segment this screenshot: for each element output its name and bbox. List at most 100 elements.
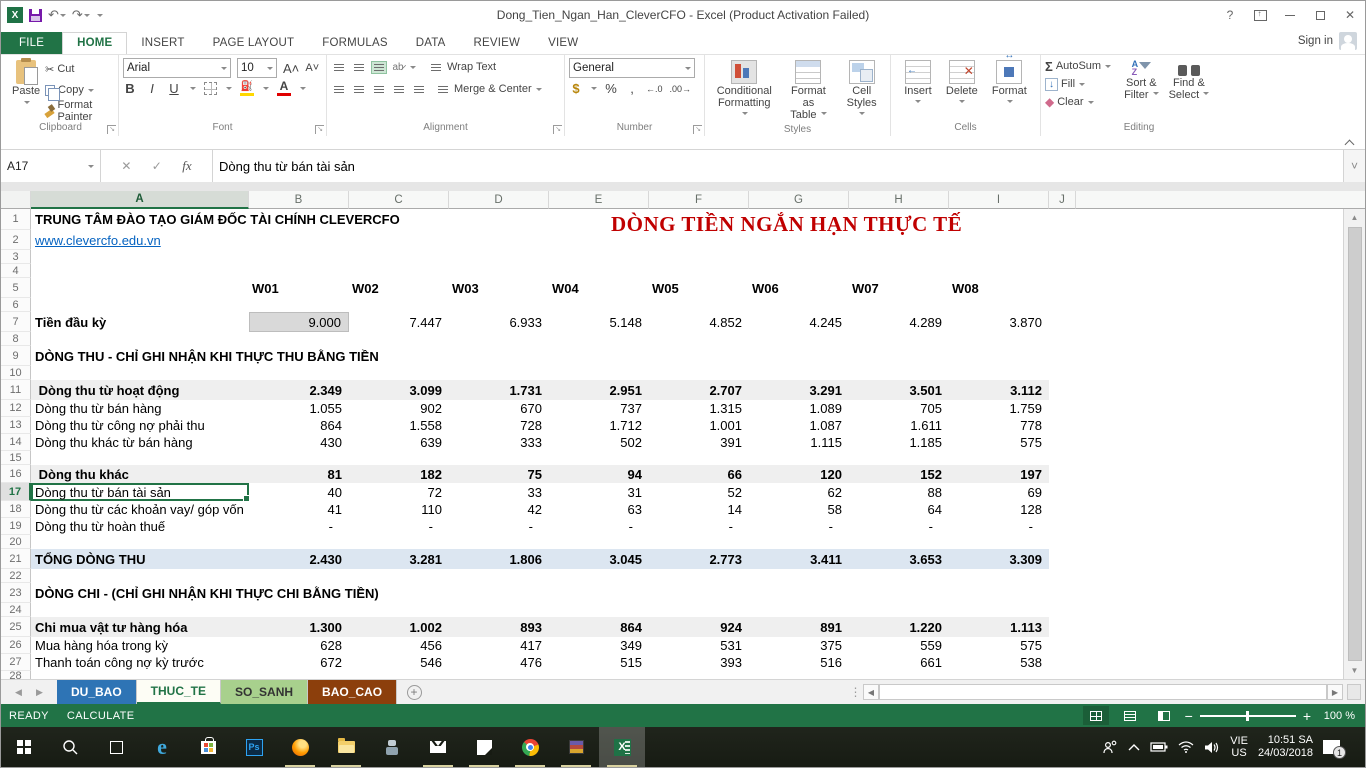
cell-A26[interactable]: Mua hàng hóa trong kỳ	[31, 637, 249, 654]
cell-I2[interactable]	[949, 230, 1049, 250]
col-header-C[interactable]: C	[349, 191, 449, 209]
cell-A21[interactable]: TỔNG DÒNG THU	[31, 549, 249, 569]
row-header-16[interactable]: 16	[1, 465, 31, 483]
edge-icon[interactable]: e	[139, 727, 185, 767]
new-sheet-button[interactable]: +	[397, 680, 431, 704]
customize-qat-button[interactable]	[96, 11, 103, 20]
row-header-24[interactable]: 24	[1, 603, 31, 617]
cell-G27[interactable]: 516	[749, 654, 849, 671]
cell-J25[interactable]	[1049, 617, 1076, 637]
borders-icon[interactable]	[204, 82, 217, 95]
cell-E28[interactable]	[549, 671, 649, 679]
ribbon-tab-home[interactable]: HOME	[62, 32, 127, 54]
cell-B21[interactable]: 2.430	[249, 549, 349, 569]
ribbon-tab-page-layout[interactable]: PAGE LAYOUT	[199, 33, 309, 54]
excel-logo-icon[interactable]: X	[7, 7, 23, 23]
cell-B27[interactable]: 672	[249, 654, 349, 671]
cell-H16[interactable]: 152	[849, 465, 949, 483]
cell-G4[interactable]	[749, 264, 849, 278]
cell-H28[interactable]	[849, 671, 949, 679]
cell-A18[interactable]: Dòng thu từ các khoản vay/ góp vốn	[31, 501, 249, 518]
cell-B6[interactable]	[249, 298, 349, 312]
cell-H24[interactable]	[849, 603, 949, 617]
cell-B4[interactable]	[249, 264, 349, 278]
cell-J15[interactable]	[1049, 451, 1076, 465]
cell-E17[interactable]: 31	[549, 483, 649, 501]
cell-J2[interactable]	[1049, 230, 1076, 250]
col-header-D[interactable]: D	[449, 191, 549, 209]
row-header-2[interactable]: 2	[1, 230, 31, 250]
row-header-25[interactable]: 25	[1, 617, 31, 637]
cell-E21[interactable]: 3.045	[549, 549, 649, 569]
cell-A7[interactable]: Tiền đầu kỳ	[31, 312, 249, 332]
prev-sheet-icon[interactable]: ◀	[15, 687, 22, 698]
cell-C3[interactable]	[349, 250, 449, 264]
find-select-button[interactable]: Find &Select	[1164, 58, 1215, 103]
cell-H14[interactable]: 1.185	[849, 434, 949, 451]
cell-B14[interactable]: 430	[249, 434, 349, 451]
cell-G21[interactable]: 3.411	[749, 549, 849, 569]
cell-A22[interactable]	[31, 569, 249, 583]
insert-cells-button[interactable]: Insert	[899, 58, 937, 111]
cell-G23[interactable]	[749, 583, 849, 603]
cell-C15[interactable]	[349, 451, 449, 465]
cell-B7[interactable]: 9.000	[249, 312, 349, 332]
cell-F26[interactable]: 531	[649, 637, 749, 654]
restore-button[interactable]	[1305, 1, 1335, 29]
save-button[interactable]	[29, 9, 42, 22]
cell-C11[interactable]: 3.099	[349, 380, 449, 400]
search-icon[interactable]	[47, 727, 93, 767]
vertical-scroll-thumb[interactable]	[1348, 227, 1362, 661]
autosum-button[interactable]: ΣAutoSum	[1045, 58, 1111, 74]
cell-C20[interactable]	[349, 535, 449, 549]
tab-splitter-handle[interactable]: ⋮	[849, 685, 863, 699]
collapse-ribbon-icon[interactable]	[1345, 138, 1353, 146]
cell-D7[interactable]: 6.933	[449, 312, 549, 332]
hscroll-left-icon[interactable]: ◀	[863, 684, 879, 700]
cell-E20[interactable]	[549, 535, 649, 549]
cell-E26[interactable]: 349	[549, 637, 649, 654]
cell-I8[interactable]	[949, 332, 1049, 346]
cell-I25[interactable]: 1.113	[949, 617, 1049, 637]
cell-A4[interactable]	[31, 264, 249, 278]
cell-B20[interactable]	[249, 535, 349, 549]
decrease-decimal-button[interactable]: .00→	[670, 84, 692, 94]
cell-H8[interactable]	[849, 332, 949, 346]
cell-J9[interactable]	[1049, 346, 1076, 366]
cell-C21[interactable]: 3.281	[349, 549, 449, 569]
cell-B2[interactable]	[249, 230, 349, 250]
cell-G11[interactable]: 3.291	[749, 380, 849, 400]
row-header-14[interactable]: 14	[1, 434, 31, 451]
cell-A25[interactable]: Chi mua vật tư hàng hóa	[31, 617, 249, 637]
font-dialog-launcher[interactable]: ↘	[315, 125, 324, 134]
cell-I7[interactable]: 3.870	[949, 312, 1049, 332]
cell-H5[interactable]: W07	[849, 278, 949, 298]
cell-D1[interactable]	[449, 209, 549, 230]
row-header-17[interactable]: 17	[1, 483, 31, 501]
cell-I21[interactable]: 3.309	[949, 549, 1049, 569]
increase-indent-icon[interactable]	[411, 83, 427, 96]
calculate-indicator[interactable]: CALCULATE	[67, 710, 135, 722]
cell-I19[interactable]: -	[949, 518, 1049, 535]
cell-H13[interactable]: 1.611	[849, 417, 949, 434]
cell-D19[interactable]: -	[449, 518, 549, 535]
cell-E22[interactable]	[549, 569, 649, 583]
cell-B17[interactable]: 40	[249, 483, 349, 501]
cell-G15[interactable]	[749, 451, 849, 465]
row-header-20[interactable]: 20	[1, 535, 31, 549]
row-header-1[interactable]: 1	[1, 209, 31, 230]
cell-B13[interactable]: 864	[249, 417, 349, 434]
cell-A23[interactable]: DÒNG CHI - (CHỈ GHI NHẬN KHI THỰC CHI BẰ…	[31, 583, 249, 603]
cell-I27[interactable]: 538	[949, 654, 1049, 671]
sheet-tab-thuc_te[interactable]: THUC_TE	[137, 680, 221, 704]
cell-E11[interactable]: 2.951	[549, 380, 649, 400]
cell-D24[interactable]	[449, 603, 549, 617]
cell-I16[interactable]: 197	[949, 465, 1049, 483]
cell-J5[interactable]	[1049, 278, 1076, 298]
row-header-8[interactable]: 8	[1, 332, 31, 346]
cell-F6[interactable]	[649, 298, 749, 312]
cell-H27[interactable]: 661	[849, 654, 949, 671]
cell-G20[interactable]	[749, 535, 849, 549]
cell-G5[interactable]: W06	[749, 278, 849, 298]
cell-D2[interactable]	[449, 230, 549, 250]
